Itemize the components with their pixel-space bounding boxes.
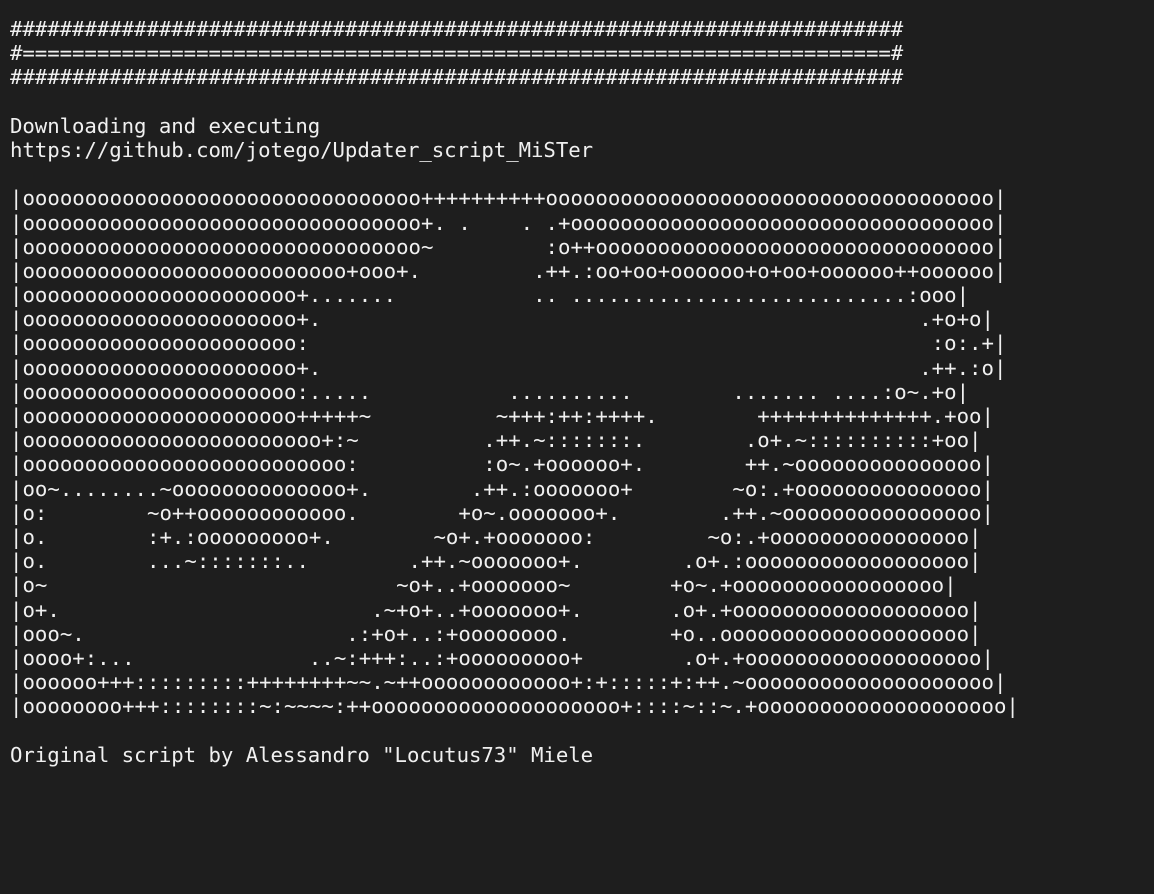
- ascii-art-line: |ooo~. .:+o+..:+oooooooo. +o..oooooooooo…: [10, 621, 982, 646]
- ascii-art-line: |o+. .~+o+..+ooooooo+. .o+.+oooooooooooo…: [10, 597, 982, 622]
- ascii-art-line: |oooooooooooooooooooooo+. .++.:o|: [10, 355, 1007, 380]
- ascii-logo: |oooooooooooooooooooooooooooooooo+++++++…: [10, 186, 1150, 718]
- ascii-art-line: |oooo+:... ..~:+++:..:+ooooooooo+ .o+.+o…: [10, 645, 994, 670]
- ascii-art-line: |oooooooooooooooooooooooooooooooo~ :o++o…: [10, 234, 1007, 259]
- credit-line: Original script by Alessandro "Locutus73…: [10, 742, 594, 767]
- ascii-art-line: |o: ~o++oooooooooooo. +o~.ooooooo+. .++.…: [10, 500, 994, 525]
- terminal-output: ########################################…: [10, 17, 1150, 767]
- ascii-art-line: |oooooooooooooooooooooo:..... ..........…: [10, 379, 970, 404]
- ascii-art-line: |oooooooooooooooooooooo+. .+o+o|: [10, 307, 994, 332]
- ascii-art-line: |oooooooooooooooooooooooooooooooo+++++++…: [10, 186, 1007, 211]
- banner-line-middle: #=======================================…: [10, 41, 904, 66]
- ascii-art-line: |o~ ~o+..+ooooooo~ +o~.+oooooooooooooooo…: [10, 573, 957, 598]
- ascii-art-line: |o. :+.:ooooooooo+. ~o+.+ooooooo: ~o:.+o…: [10, 524, 982, 549]
- ascii-art-line: |oo~........~oooooooooooooo+. .++.:ooooo…: [10, 476, 994, 501]
- ascii-art-line: |oooooooooooooooooooooooooooooooo+. . . …: [10, 210, 1007, 235]
- ascii-art-line: |oooooooooooooooooooooooooo+ooo+. .++.:o…: [10, 258, 1007, 283]
- ascii-art-line: |oooooooooooooooooooooo+++++~ ~+++:++:++…: [10, 404, 994, 428]
- banner-line-top: ########################################…: [10, 17, 904, 41]
- terminal-window[interactable]: ########################################…: [0, 0, 1154, 894]
- ascii-art-line: |oooooooo+++::::::::~:~~~~:++ooooooooooo…: [10, 694, 1019, 719]
- status-line: Downloading and executing: [10, 113, 321, 138]
- repository-url: https://github.com/jotego/Updater_script…: [10, 137, 594, 162]
- ascii-art-line: |o. ...~:::::::.. .++.~ooooooo+. .o+.:oo…: [10, 549, 982, 574]
- ascii-art-line: |oooooooooooooooooooooo+....... .. .....…: [10, 283, 970, 308]
- ascii-art-line: |oooooooooooooooooooooooooo: :o~.+oooooo…: [10, 452, 994, 477]
- banner-line-bottom: ########################################…: [10, 65, 904, 90]
- ascii-art-line: |oooooo+++:::::::::++++++++~~.~++ooooooo…: [10, 670, 1007, 695]
- ascii-art-line: |oooooooooooooooooooooooo+:~ .++.~::::::…: [10, 428, 982, 453]
- ascii-art-line: |oooooooooooooooooooooo: :o:.+|: [10, 331, 1007, 356]
